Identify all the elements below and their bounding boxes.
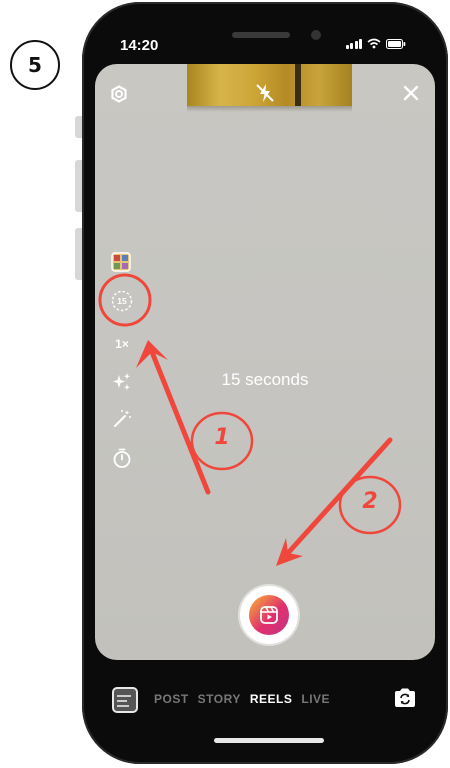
callout-label-2: 2 bbox=[362, 489, 378, 514]
highlight-circle-length bbox=[98, 273, 152, 327]
callout-label-1: 1 bbox=[214, 425, 230, 450]
tutorial-annotations bbox=[98, 273, 402, 566]
